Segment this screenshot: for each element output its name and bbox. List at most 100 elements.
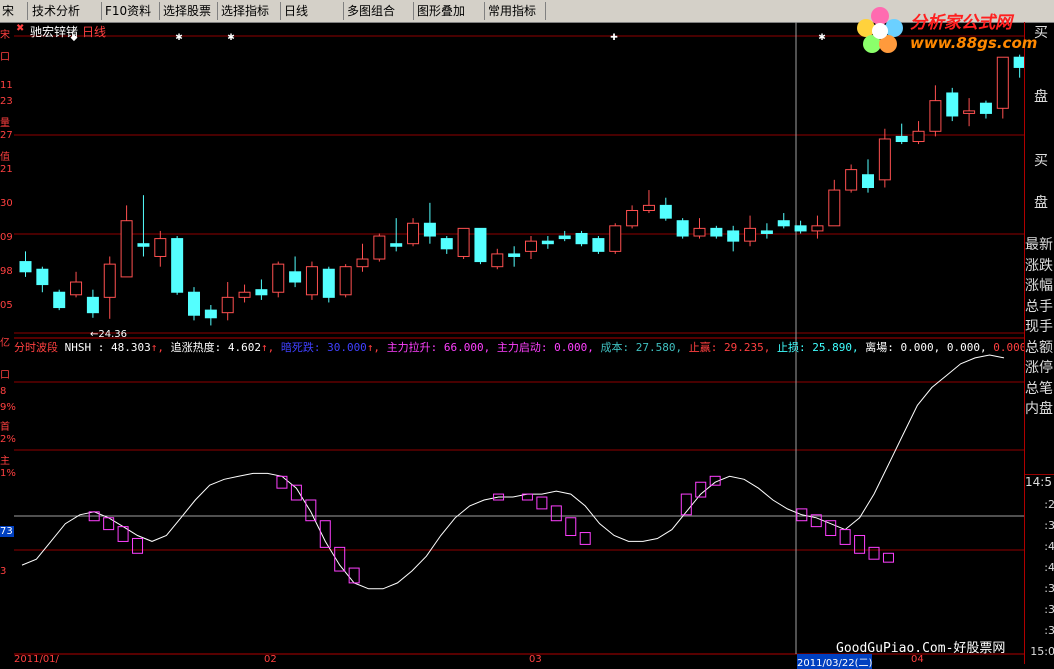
left-tick-18: 主 xyxy=(0,456,10,467)
right-label-7: 总笔 xyxy=(1025,380,1053,397)
time-label: 14:5 xyxy=(1025,474,1054,489)
signal-box-5 xyxy=(290,484,302,501)
left-tick-13: 口 xyxy=(0,370,10,381)
left-tick-17: 2% xyxy=(0,434,16,445)
toolbar-item-2[interactable]: F10资料 xyxy=(103,2,160,20)
signal-box-3 xyxy=(132,537,144,554)
candle-body-43 xyxy=(744,227,757,242)
candle-body-26 xyxy=(457,227,470,257)
left-tick-2: 11 xyxy=(0,80,13,91)
logo-url[interactable]: www.88gs.com xyxy=(910,34,1037,52)
period-label: 日线 xyxy=(82,25,107,39)
time-tick-4: :3 xyxy=(1044,582,1054,595)
right-label-4: 现手 xyxy=(1025,319,1053,335)
candle-body-14 xyxy=(255,289,268,296)
watermark: GoodGuPiao.Com-好股票网 xyxy=(836,641,1006,656)
toolbar-item-6[interactable]: 多图组合 xyxy=(345,2,414,20)
candle-body-32 xyxy=(558,235,571,240)
left-tick-6: 值 xyxy=(0,152,10,163)
pan-label-2: 盘 xyxy=(1034,195,1048,211)
candle-body-56 xyxy=(963,110,976,114)
time-tick-0: :2 xyxy=(1044,498,1054,511)
candle-body-57 xyxy=(979,102,992,114)
indicator-item-6: 主力拉升: 66.000, xyxy=(386,341,497,353)
toolbar-item-4[interactable]: 选择指标 xyxy=(219,2,281,20)
indicator-item-3: ↑, xyxy=(260,341,281,353)
toolbar-item-8[interactable]: 常用指标 xyxy=(486,2,546,20)
date-label-2: 03 xyxy=(529,654,542,665)
indicator-item-10: 止损: 25.890, xyxy=(777,341,866,353)
date-label-3: 2011/03/22(二) xyxy=(797,654,873,669)
indicator-item-7: 主力启动: 0.000, xyxy=(496,341,601,353)
left-tick-5: 27 xyxy=(0,130,13,141)
left-tick-19: 1% xyxy=(0,468,16,479)
signal-box-21 xyxy=(825,520,837,537)
date-label-1: 02 xyxy=(264,654,277,665)
candle-body-19 xyxy=(339,266,352,296)
toolbar-item-5[interactable]: 日线 xyxy=(282,2,344,20)
left-tick-9: 09 xyxy=(0,232,13,243)
right-label-3: 总手 xyxy=(1025,298,1053,315)
indicator-item-8: 成本: 27.580, xyxy=(600,341,689,353)
signal-box-25 xyxy=(882,552,894,563)
candle-body-22 xyxy=(390,243,403,247)
candle-body-23 xyxy=(407,222,420,245)
left-tick-8: 30 xyxy=(0,198,13,209)
indicator-item-5: ↑, xyxy=(366,341,387,353)
candle-body-46 xyxy=(794,225,807,232)
candle-body-53 xyxy=(912,130,925,143)
candle-body-31 xyxy=(541,240,554,245)
left-tick-3: 23 xyxy=(0,96,13,107)
signal-box-9 xyxy=(348,567,360,584)
toolbar-item-7[interactable]: 图形叠加 xyxy=(415,2,485,20)
indicator-item-1: ↑, xyxy=(150,341,171,353)
signal-box-12 xyxy=(536,496,548,510)
toolbar-item-0[interactable]: 宋 xyxy=(0,2,28,20)
signal-box-6 xyxy=(305,499,317,522)
candle-body-48 xyxy=(828,189,841,227)
signal-marker-1: ✱ xyxy=(175,33,183,43)
left-tick-10: 98 xyxy=(0,266,13,277)
candle-body-52 xyxy=(895,135,908,143)
stock-name: 驰宏锌锗 xyxy=(30,25,79,39)
indicator-item-9: 止赢: 29.235, xyxy=(688,341,777,353)
candle-body-33 xyxy=(575,232,588,245)
candle-body-20 xyxy=(356,258,369,268)
candle-body-47 xyxy=(811,225,824,232)
toolbar-item-3[interactable]: 选择股票 xyxy=(161,2,218,20)
right-label-8: 内盘 xyxy=(1025,401,1053,417)
candle-body-45 xyxy=(777,220,790,227)
candle-body-49 xyxy=(845,169,858,191)
candle-body-55 xyxy=(946,92,959,117)
signal-marker-2: ✱ xyxy=(227,33,235,43)
candle-body-7 xyxy=(137,243,150,247)
candle-body-58 xyxy=(996,56,1009,109)
toolbar-item-1[interactable]: 技术分析 xyxy=(30,2,102,20)
candle-body-40 xyxy=(693,227,706,237)
candle-body-38 xyxy=(659,204,672,219)
candle-body-21 xyxy=(373,235,386,260)
left-tick-7: 21 xyxy=(0,164,13,175)
left-tick-11: 05 xyxy=(0,300,13,311)
indicator-item-11: 离場: 0.000, 0.000, xyxy=(865,341,994,353)
candle-body-54 xyxy=(929,100,942,132)
indicator-item-12: 0.000 xyxy=(993,341,1024,353)
candle-body-27 xyxy=(474,227,487,263)
right-label-6: 涨停 xyxy=(1025,360,1053,376)
candle-body-50 xyxy=(862,174,874,189)
candle-body-51 xyxy=(878,138,891,181)
buy-label-2: 买 xyxy=(1034,153,1048,169)
time-tick-5: :3 xyxy=(1044,603,1054,616)
signal-box-23 xyxy=(854,535,866,554)
right-label-5: 总额 xyxy=(1025,339,1053,356)
candle-body-44 xyxy=(760,230,773,234)
candle-body-0 xyxy=(19,261,32,273)
close-icon[interactable]: ✖ xyxy=(16,24,25,34)
candle-body-2 xyxy=(53,291,66,309)
flower-icon xyxy=(857,7,903,53)
time-tick-1: :3 xyxy=(1044,519,1054,532)
left-tick-21: 3 xyxy=(0,566,7,577)
left-tick-20: 73 xyxy=(0,526,14,537)
signal-box-24 xyxy=(868,546,880,560)
candle-body-4 xyxy=(86,296,99,314)
